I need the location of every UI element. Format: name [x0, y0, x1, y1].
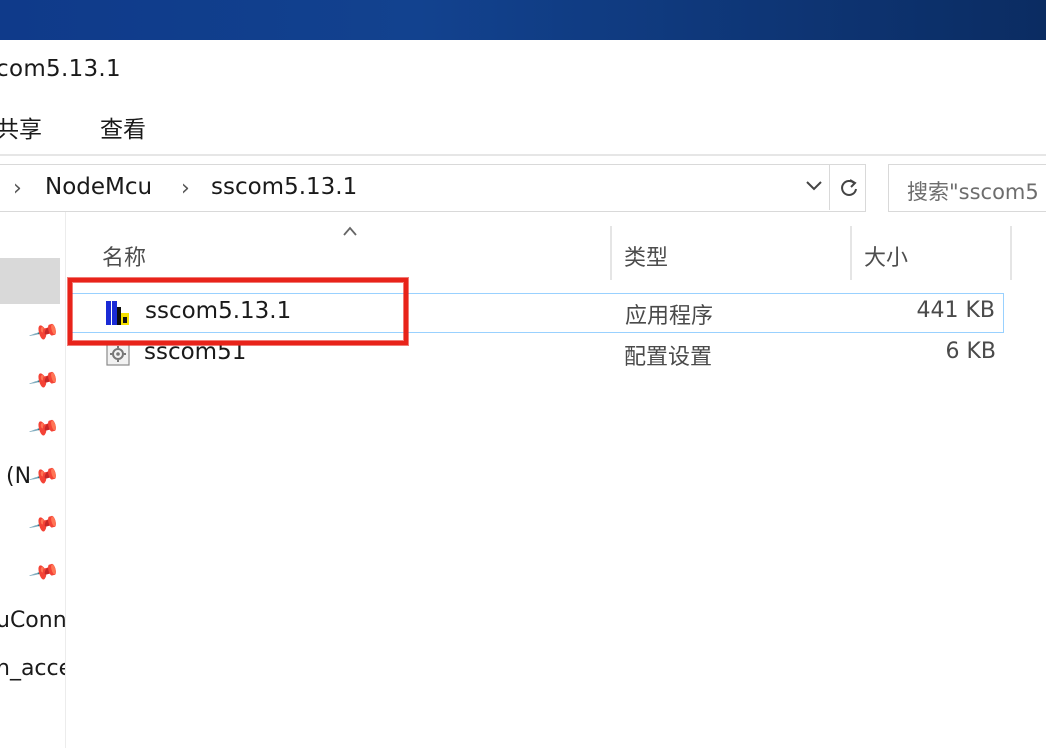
red-annotation-box — [68, 278, 408, 345]
nav-item-selected[interactable] — [0, 258, 60, 304]
pin-icon[interactable]: 📌 — [28, 411, 62, 444]
pin-icon[interactable]: 📌 — [28, 363, 62, 396]
file-type: 配置设置 — [624, 345, 713, 370]
chevron-down-icon[interactable] — [803, 174, 825, 202]
column-divider[interactable] — [610, 226, 612, 280]
search-placeholder: 搜索"sscom5 — [907, 180, 1039, 204]
pin-icon[interactable]: 📌 — [28, 555, 62, 588]
address-bar[interactable]: › NodeMcu › sscom5.13.1 — [0, 164, 866, 212]
breadcrumb-nodemcu[interactable]: NodeMcu — [45, 174, 152, 200]
nav-item-label[interactable]: (N — [6, 464, 31, 489]
search-input[interactable]: 搜索"sscom5 — [888, 164, 1046, 212]
breadcrumb-sscom[interactable]: sscom5.13.1 — [211, 174, 357, 200]
nav-item-label[interactable]: n_acce — [0, 656, 65, 681]
pin-icon[interactable]: 📌 — [28, 507, 62, 540]
column-divider[interactable] — [1010, 226, 1012, 280]
column-header-name[interactable]: 名称 — [102, 240, 146, 272]
breadcrumb-separator-icon[interactable]: › — [13, 176, 22, 201]
column-divider[interactable] — [850, 226, 852, 280]
column-header-type[interactable]: 类型 — [624, 240, 668, 272]
pin-icon[interactable]: 📌 — [28, 459, 62, 492]
window-title: com5.13.1 — [0, 56, 121, 82]
refresh-icon[interactable] — [829, 165, 867, 210]
file-size: 441 KB — [916, 298, 995, 323]
breadcrumb-separator-icon[interactable]: › — [181, 176, 190, 201]
tab-share[interactable]: 共享 — [0, 110, 42, 144]
sort-ascending-icon — [342, 218, 358, 243]
title-bar — [0, 0, 1046, 40]
file-size: 6 KB — [945, 339, 996, 364]
navigation-pane: 📌 📌 📌 (N 📌 📌 📌 uConn n_acce — [0, 212, 66, 748]
ribbon-divider — [0, 154, 1046, 156]
nav-item-label[interactable]: uConn — [0, 608, 65, 633]
pin-icon[interactable]: 📌 — [28, 315, 62, 348]
file-type: 应用程序 — [625, 304, 714, 329]
tab-view[interactable]: 查看 — [100, 110, 146, 144]
column-header-size[interactable]: 大小 — [864, 240, 908, 272]
